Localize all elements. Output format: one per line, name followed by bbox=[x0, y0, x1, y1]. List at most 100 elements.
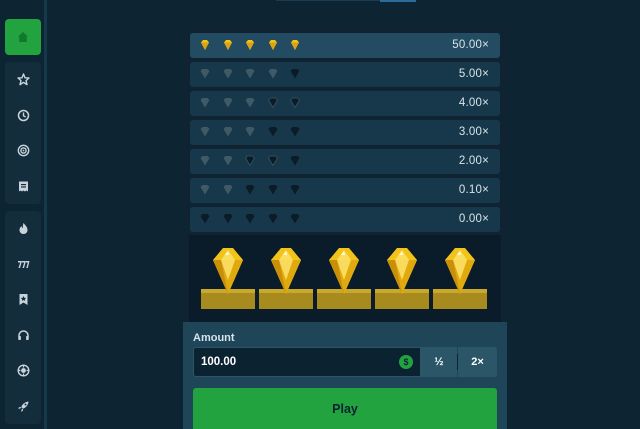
reel-slot bbox=[201, 246, 255, 310]
gem-gray-icon bbox=[245, 98, 255, 108]
sidebar-item-receipt[interactable] bbox=[5, 169, 41, 205]
amount-value: 100.00 bbox=[201, 356, 237, 368]
gold-gem-icon bbox=[387, 248, 417, 294]
target-icon bbox=[17, 144, 29, 157]
gem-pattern bbox=[199, 155, 312, 167]
half-bet-button[interactable]: ½ bbox=[421, 347, 457, 377]
gem-dark-outline-icon bbox=[267, 97, 278, 109]
amount-label: Amount bbox=[193, 332, 235, 344]
gem-gold-icon bbox=[268, 40, 277, 50]
amount-input[interactable]: 100.00 $ bbox=[193, 347, 421, 377]
sidebar-item-bookmark-star[interactable] bbox=[5, 282, 41, 318]
gem-gold-icon bbox=[201, 40, 209, 50]
gem-dark-icon bbox=[290, 156, 300, 166]
sidebar-item-flame[interactable] bbox=[5, 211, 41, 247]
paytable-row: 2.00× bbox=[190, 149, 500, 174]
gem-dark-icon bbox=[290, 69, 300, 79]
gem-gray-icon bbox=[245, 127, 255, 137]
multiplier-label: 5.00× bbox=[458, 68, 489, 80]
paytable-row: 3.00× bbox=[190, 120, 500, 145]
multiplier-label: 4.00× bbox=[458, 97, 489, 109]
gem-pattern bbox=[199, 97, 312, 109]
bookmark-star-icon bbox=[19, 294, 27, 306]
gem-pattern bbox=[199, 68, 312, 80]
multiplier-label: 2.00× bbox=[458, 155, 489, 167]
sidebar-item-rocket[interactable] bbox=[5, 389, 41, 425]
receipt-icon bbox=[18, 181, 28, 192]
history-icon bbox=[17, 109, 29, 121]
gem-gray-icon bbox=[268, 69, 277, 79]
multiplier-label: 3.00× bbox=[458, 126, 489, 138]
gem-pattern bbox=[199, 213, 312, 225]
gem-dark-icon bbox=[290, 127, 300, 137]
gem-gray-icon bbox=[245, 69, 255, 79]
paytable-row: 0.10× bbox=[190, 178, 500, 203]
sidebar-group-secondary bbox=[5, 211, 41, 424]
gem-gray-icon bbox=[223, 156, 232, 166]
paytable-row: 4.00× bbox=[190, 91, 500, 116]
top-divider bbox=[276, 0, 380, 1]
sidebar-group-primary bbox=[5, 62, 41, 204]
headset-icon bbox=[17, 329, 29, 340]
top-tab-indicator bbox=[380, 0, 416, 2]
gem-pattern bbox=[199, 184, 312, 196]
play-button[interactable]: Play bbox=[193, 388, 497, 429]
home-button[interactable] bbox=[5, 19, 41, 55]
sidebar-item-history[interactable] bbox=[5, 98, 41, 134]
paytable-row: 0.00× bbox=[190, 207, 500, 232]
gem-gold-icon bbox=[291, 40, 299, 50]
gem-dark-outline-icon bbox=[289, 97, 301, 109]
reel-slot bbox=[375, 246, 429, 310]
gem-dark-outline-icon bbox=[267, 155, 278, 167]
gem-gray-icon bbox=[223, 185, 232, 195]
gem-gray-icon bbox=[223, 98, 232, 108]
gem-dark-icon bbox=[268, 185, 277, 195]
gem-gray-icon bbox=[200, 156, 210, 166]
gem-gray-icon bbox=[223, 127, 232, 137]
gem-gold-icon bbox=[223, 40, 232, 50]
sidebar-item-gear-badge[interactable] bbox=[5, 353, 41, 389]
sidebar-item-target[interactable] bbox=[5, 133, 41, 169]
gem-gray-icon bbox=[200, 69, 210, 79]
multiplier-label: 50.00× bbox=[452, 39, 489, 51]
sevens-icon bbox=[17, 260, 29, 268]
flame-icon bbox=[19, 223, 27, 235]
paytable-row: 50.00× bbox=[190, 33, 500, 58]
paytable-row: 5.00× bbox=[190, 62, 500, 87]
double-bet-button[interactable]: 2× bbox=[458, 347, 497, 377]
gem-dark-icon bbox=[290, 214, 300, 224]
gem-dark-icon bbox=[200, 214, 210, 224]
gold-gem-icon bbox=[213, 248, 243, 294]
gem-dark-icon bbox=[268, 214, 277, 224]
multiplier-label: 0.10× bbox=[458, 184, 489, 196]
gem-dark-icon bbox=[245, 214, 255, 224]
reel-slot bbox=[259, 246, 313, 310]
multiplier-label: 0.00× bbox=[458, 213, 489, 225]
currency-coin-icon: $ bbox=[399, 355, 413, 369]
gem-gray-icon bbox=[200, 185, 210, 195]
bet-controls: Amount 100.00 $ ½ 2× Play bbox=[183, 322, 507, 429]
gem-gray-icon bbox=[200, 127, 210, 137]
gear-badge-icon bbox=[16, 364, 30, 377]
sidebar-item-star[interactable] bbox=[5, 62, 41, 98]
gold-gem-icon bbox=[329, 248, 359, 294]
reel-stage bbox=[189, 235, 501, 322]
sidebar-rail bbox=[44, 0, 47, 429]
gem-dark-icon bbox=[245, 185, 255, 195]
gem-dark-icon bbox=[268, 127, 277, 137]
gem-dark-outline-icon bbox=[244, 155, 256, 167]
house-icon bbox=[18, 32, 28, 42]
gem-gray-icon bbox=[223, 69, 232, 79]
gem-pattern bbox=[199, 126, 312, 138]
game-panel: 50.00× 5.00× 4.00× 3.00× 2.00× 0.10× 0.00× bbox=[183, 27, 507, 322]
sidebar-item-headset[interactable] bbox=[5, 318, 41, 354]
gem-pattern bbox=[199, 39, 312, 51]
gem-gold-icon bbox=[246, 40, 254, 50]
rocket-icon bbox=[17, 401, 28, 412]
gold-gem-icon bbox=[271, 248, 301, 294]
gem-gray-icon bbox=[200, 98, 210, 108]
gold-gem-icon bbox=[445, 248, 475, 294]
gem-dark-icon bbox=[290, 185, 300, 195]
sidebar-item-sevens[interactable] bbox=[5, 247, 41, 283]
star-icon bbox=[16, 73, 30, 86]
